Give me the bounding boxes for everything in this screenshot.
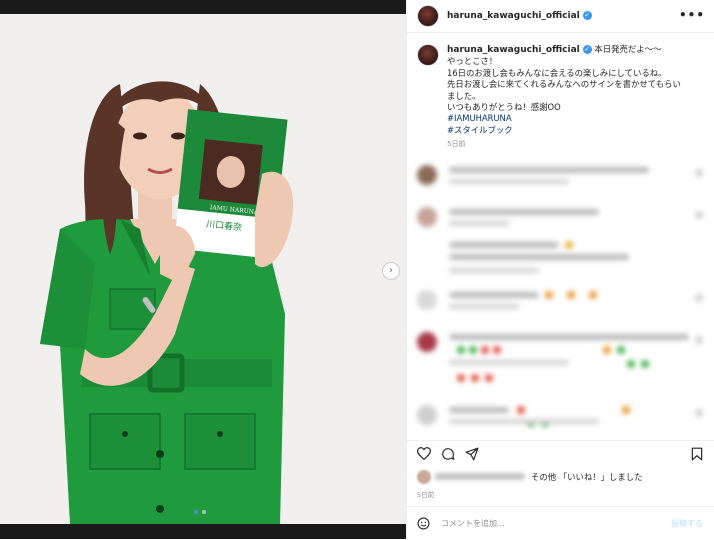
caption-line: ました。: [447, 90, 481, 101]
comment-input[interactable]: コメントを追加...: [441, 518, 505, 529]
comment-meta: [449, 268, 539, 273]
comment-item: [417, 207, 707, 229]
carousel-dot: [202, 510, 206, 514]
emoji-icon: [481, 346, 489, 354]
bookmark-icon[interactable]: [691, 447, 703, 461]
emoji-icon: [627, 360, 635, 368]
caption-avatar[interactable]: [417, 44, 439, 66]
emoji-icon: [565, 241, 573, 249]
comment-text: [449, 360, 569, 365]
comment-like-icon[interactable]: [695, 169, 703, 177]
chevron-right-icon: ›: [389, 265, 393, 276]
comment-avatar: [417, 207, 437, 227]
caption-line: いつもありがとうね！感謝OO: [447, 102, 561, 113]
carousel-indicator: [194, 510, 206, 514]
comment-icon[interactable]: [441, 447, 455, 461]
comment-item: [417, 165, 707, 187]
liker-name: [435, 473, 525, 480]
comment-meta: [449, 304, 519, 309]
comment-text: [449, 292, 539, 298]
comment-item: [417, 332, 707, 392]
more-icon[interactable]: •••: [679, 8, 705, 22]
verified-badge-icon: ✓: [582, 11, 592, 20]
post-header: haruna_kawaguchi_official ✓ •••: [407, 0, 714, 33]
comment-avatar: [417, 405, 437, 425]
emoji-icon: [469, 346, 477, 354]
comment-like-icon[interactable]: [695, 211, 703, 219]
comment-item: [417, 290, 707, 312]
emoji-icon: [617, 346, 625, 354]
action-bar: [407, 440, 714, 465]
comment-meta: [449, 179, 569, 184]
comment-meta: [449, 221, 509, 226]
post-comment-button[interactable]: 投稿する: [671, 518, 703, 529]
caption-line: 先日お渡し会に来てくれるみんなへのサインを書かせてもらい: [447, 79, 681, 90]
emoji-icon: [545, 291, 553, 299]
heart-icon[interactable]: [417, 447, 431, 460]
comment-composer: コメントを追加... 投稿する: [407, 506, 714, 540]
post-caption: haruna_kawaguchi_official ✓ 本日発売だよ〜〜 やっとこ…: [447, 44, 707, 151]
emoji-icon: [457, 346, 465, 354]
post-media[interactable]: IAMU HARUNA 川口春奈 ›: [0, 0, 406, 539]
next-photo-button[interactable]: ›: [382, 262, 400, 280]
share-icon[interactable]: [465, 447, 479, 461]
comment-avatar: [417, 332, 437, 352]
header-username[interactable]: haruna_kawaguchi_official ✓: [447, 11, 592, 21]
comment-avatar: [417, 165, 437, 185]
emoji-icon: [641, 360, 649, 368]
comment-text: [449, 419, 599, 424]
verified-badge-icon: ✓: [582, 45, 592, 54]
emoji-icon: [603, 346, 611, 354]
comment-text: [449, 254, 629, 260]
caption-line: やっとこさ！: [447, 56, 498, 67]
emoji-icon[interactable]: [417, 517, 430, 530]
likes-text: その他 「いいね！」しました: [531, 472, 643, 482]
liker-avatar: [417, 470, 431, 484]
comment-item: [417, 240, 707, 280]
comment-text: [449, 209, 599, 215]
hashtag-link[interactable]: #スタイルブック: [447, 125, 707, 136]
comment-like-icon[interactable]: [695, 336, 703, 344]
emoji-icon: [517, 406, 525, 414]
caption-line: 16日のお渡し会もみんなに会えるの楽しみにしているね。: [447, 67, 667, 78]
emoji-icon: [622, 406, 630, 414]
emoji-icon: [471, 374, 479, 382]
avatar[interactable]: [417, 5, 439, 27]
comment-text: [449, 242, 559, 248]
post-date: 5日前: [417, 491, 435, 499]
caption-username[interactable]: haruna_kawaguchi_official ✓: [447, 45, 592, 55]
hashtag-link[interactable]: #IAMUHARUNA: [447, 113, 707, 124]
caption-time: 5日前: [447, 140, 466, 149]
comment-text: [449, 334, 689, 340]
emoji-icon: [493, 346, 501, 354]
comment-avatar: [417, 290, 437, 310]
carousel-dot-active: [194, 510, 198, 514]
caption-first-line: 本日発売だよ〜〜: [594, 44, 662, 54]
comment-item: [417, 405, 707, 431]
post-photo: IAMU HARUNA 川口春奈: [40, 81, 294, 524]
comment-text: [449, 167, 649, 173]
emoji-icon: [457, 374, 465, 382]
emoji-icon: [485, 374, 493, 382]
comment-like-icon[interactable]: [695, 409, 703, 417]
emoji-icon: [589, 291, 597, 299]
comment-text: [449, 407, 509, 413]
post-side-panel: haruna_kawaguchi_official ✓ ••• haruna_ka…: [406, 0, 714, 539]
comment-like-icon[interactable]: [695, 294, 703, 302]
emoji-icon: [567, 291, 575, 299]
